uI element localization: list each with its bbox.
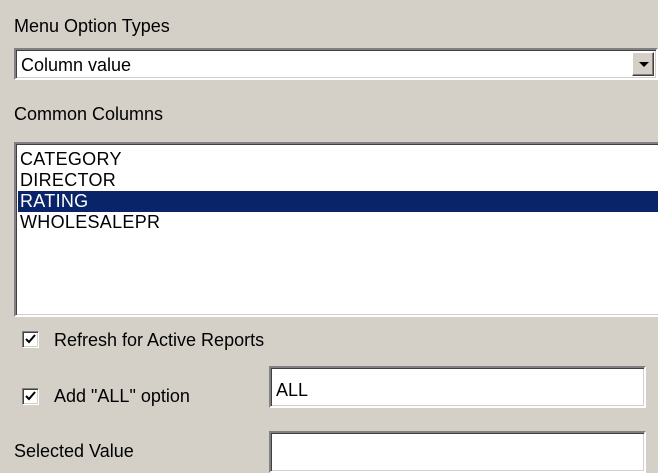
selected-value-label: Selected Value	[14, 441, 134, 461]
list-item-selected[interactable]: RATING	[18, 191, 658, 212]
list-item[interactable]: CATEGORY	[18, 149, 658, 170]
add-all-option-input[interactable]	[269, 366, 646, 408]
dropdown-arrow-button[interactable]	[632, 52, 654, 76]
refresh-active-reports-checkbox[interactable]	[22, 331, 39, 348]
selected-value-input[interactable]	[269, 431, 646, 473]
add-all-option-checkbox[interactable]	[22, 388, 39, 405]
refresh-active-reports-label: Refresh for Active Reports	[54, 330, 265, 350]
menu-option-types-dropdown[interactable]: Column value	[14, 48, 658, 80]
menu-option-types-value: Column value	[21, 55, 132, 75]
add-all-option-label: Add "ALL" option	[54, 386, 190, 406]
checkmark-icon	[25, 334, 36, 344]
common-columns-listbox[interactable]: CATEGORY DIRECTOR RATING WHOLESALEPR	[14, 142, 658, 317]
list-item[interactable]: WHOLESALEPR	[18, 212, 658, 233]
list-item[interactable]: DIRECTOR	[18, 170, 658, 191]
menu-option-types-label: Menu Option Types	[14, 16, 170, 36]
chevron-down-icon	[639, 62, 649, 67]
checkmark-icon	[25, 391, 36, 401]
common-columns-label: Common Columns	[14, 104, 164, 124]
